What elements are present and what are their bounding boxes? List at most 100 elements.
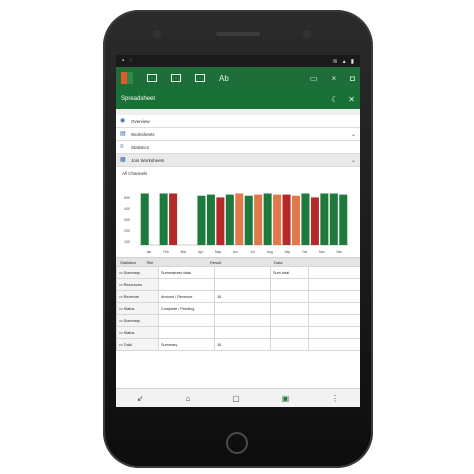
recent-icon[interactable]: ▢	[232, 394, 240, 403]
option-join-worksheets[interactable]: ▦ Join Worksheets ⌄	[116, 154, 360, 167]
bar[interactable]	[282, 194, 291, 245]
table-row[interactable]: ▭ Revenue Amount / Revenue 15	[116, 290, 360, 303]
chat-icon[interactable]: ▭	[310, 74, 318, 83]
bar[interactable]	[339, 194, 348, 245]
table-cell[interactable]	[214, 278, 271, 291]
option-statistics[interactable]: ≡ Statistics	[116, 141, 360, 154]
table-cell[interactable]	[308, 278, 360, 291]
close-icon[interactable]: ✕	[348, 95, 355, 104]
table-cell[interactable]: Summarized data	[158, 266, 215, 279]
table-cell[interactable]	[270, 290, 309, 303]
monitor-icon[interactable]	[171, 74, 181, 82]
table-row[interactable]: ▭ Summary	[116, 314, 360, 327]
table-cell[interactable]	[158, 314, 215, 327]
moon-icon[interactable]: ☾	[331, 95, 338, 104]
table-cell[interactable]	[308, 302, 360, 315]
y-tick-label: 400	[124, 207, 130, 211]
bar[interactable]	[263, 193, 272, 245]
header-cell: Statistics	[120, 259, 137, 265]
table-cell[interactable]	[214, 266, 271, 279]
table-row[interactable]: ▭ Status Complete / Pending	[116, 302, 360, 315]
table-cell[interactable]: Complete / Pending	[158, 302, 215, 315]
table-cell[interactable]	[214, 314, 271, 327]
chart-plot: 500 400 300 200 100 Jan Feb Mar Apr May Jun Jul Aug S…	[124, 193, 348, 254]
title-bar: Spreadsheet ☾ ✕	[116, 89, 360, 109]
sync-icon: ◌	[129, 58, 133, 64]
header-cell: Title	[146, 259, 154, 265]
page-title: Spreadsheet	[121, 96, 156, 102]
table-cell[interactable]	[270, 302, 309, 315]
bar[interactable]	[216, 197, 225, 245]
row-label: Summary	[123, 319, 140, 323]
table-row[interactable]: ▭ Total Summary 15	[116, 338, 360, 351]
table-cell[interactable]: Sum total	[270, 266, 309, 279]
camera-icon[interactable]: ◘	[350, 74, 355, 83]
notification-icon: ▪	[122, 58, 125, 64]
more-icon[interactable]: ⋮	[331, 394, 339, 403]
table-cell[interactable]	[308, 314, 360, 327]
header-cell: Data	[274, 259, 283, 265]
table-cell[interactable]	[308, 266, 360, 279]
bar[interactable]	[159, 193, 168, 245]
table-cell[interactable]: Summary	[158, 338, 215, 351]
table-row[interactable]: ▭ Summary Summarized data Sum total	[116, 266, 360, 279]
sheet-icon: ▤	[120, 131, 126, 137]
table-cell[interactable]	[158, 326, 215, 339]
row-header: ▭ Total	[116, 338, 159, 351]
bar[interactable]	[244, 195, 253, 245]
sheet-icon[interactable]: ▣	[282, 394, 290, 403]
y-tick-label: 300	[124, 218, 130, 222]
table-cell[interactable]	[158, 278, 215, 291]
bar[interactable]	[140, 193, 149, 245]
home-icon[interactable]: ⌂	[185, 394, 190, 403]
x-tick-label: Jan	[146, 250, 151, 254]
bar[interactable]	[320, 193, 329, 245]
table-cell[interactable]: 15	[214, 290, 271, 303]
row-label: Resources	[123, 283, 142, 287]
bar[interactable]	[291, 195, 301, 245]
bar[interactable]	[329, 193, 338, 245]
home-button[interactable]	[226, 432, 248, 454]
row-header: ▭ Revenue	[116, 290, 159, 303]
speaker-grille	[216, 32, 260, 36]
table-row[interactable]: ▭ Status	[116, 326, 360, 339]
bar[interactable]	[169, 193, 178, 245]
row-label: Summary	[123, 271, 140, 275]
bar[interactable]	[197, 195, 206, 245]
table-cell[interactable]	[214, 326, 271, 339]
table-cell[interactable]	[308, 290, 360, 303]
table-cell[interactable]	[270, 314, 309, 327]
row-header: ▭ Status	[116, 326, 159, 339]
bar[interactable]	[273, 194, 282, 245]
bar[interactable]	[206, 194, 215, 245]
option-overview[interactable]: ◉ Overview	[116, 115, 360, 128]
bar[interactable]	[225, 194, 234, 245]
close-icon[interactable]: ×	[331, 74, 336, 83]
slides-icon[interactable]	[195, 74, 205, 82]
table-cell[interactable]	[214, 302, 271, 315]
bar[interactable]	[235, 193, 244, 245]
table-cell[interactable]	[308, 326, 360, 339]
table-cell[interactable]	[270, 338, 309, 351]
table-header: Statistics Title Result Data	[116, 258, 360, 266]
option-worksheets[interactable]: ▤ Worksheets ⌄	[116, 128, 360, 141]
window-icon[interactable]	[147, 74, 157, 82]
bar[interactable]	[254, 194, 263, 245]
bar[interactable]	[310, 197, 319, 245]
x-tick-label: Feb	[163, 250, 169, 254]
text-format-icon[interactable]: Ab	[219, 74, 229, 83]
table-cell[interactable]	[270, 278, 309, 291]
table-cell[interactable]: Amount / Revenue	[158, 290, 215, 303]
wifi-icon: ≋	[332, 58, 338, 65]
camera-icon	[153, 30, 161, 38]
x-tick-label: May	[215, 250, 221, 254]
table-cell[interactable]	[270, 326, 309, 339]
back-icon[interactable]: ↙	[137, 394, 144, 403]
y-tick-label: 100	[124, 240, 130, 244]
bar[interactable]	[301, 193, 310, 245]
y-tick-label: 200	[124, 229, 130, 233]
table-cell[interactable]: 15	[214, 338, 271, 351]
option-label: Statistics	[131, 144, 150, 150]
table-cell[interactable]	[308, 338, 360, 351]
table-row[interactable]: ▭ Resources	[116, 278, 360, 291]
